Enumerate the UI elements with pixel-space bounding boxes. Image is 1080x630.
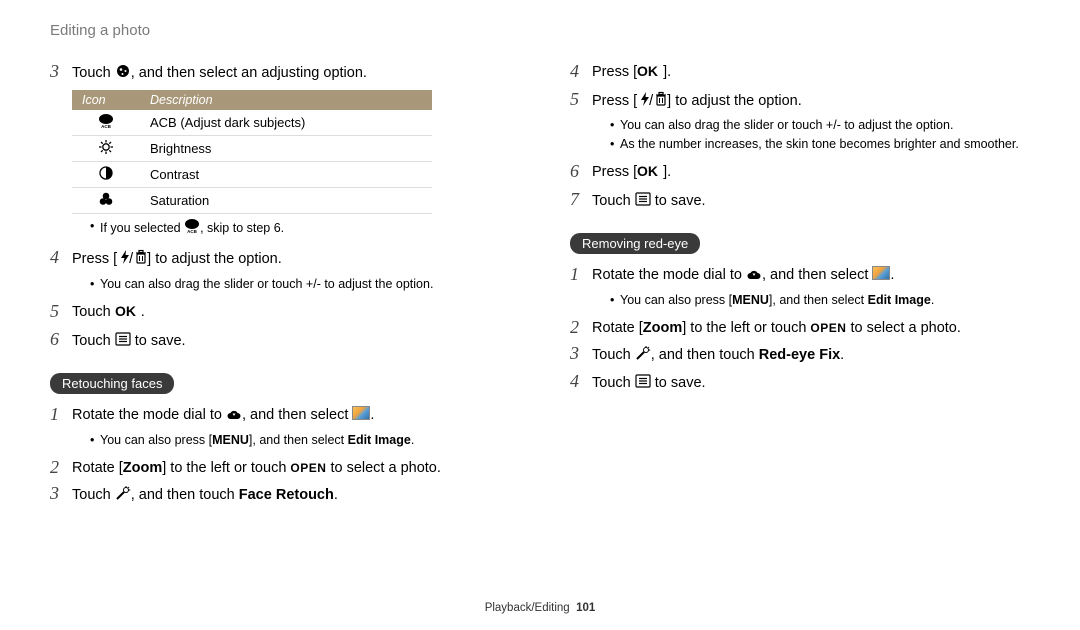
step-number: 7 xyxy=(570,189,592,211)
brightness-icon xyxy=(98,139,114,158)
wand-icon xyxy=(635,345,651,368)
note: You can also press [MENU], and then sele… xyxy=(90,432,510,450)
step-text: Rotate [Zoom] to the left or touch OPEN … xyxy=(72,457,441,479)
step-number: 3 xyxy=(570,343,592,365)
step-text: Press []. xyxy=(592,61,671,85)
adjust-options-table: Icon Description ACB (Adjust dark subjec… xyxy=(72,90,432,214)
step-text: Press [/] to adjust the option. xyxy=(72,247,282,272)
menu-icon xyxy=(115,331,131,354)
step-number: 4 xyxy=(570,371,592,393)
step-number: 4 xyxy=(50,247,72,269)
ok-icon xyxy=(115,304,141,325)
step-text: Touch , and then select an adjusting opt… xyxy=(72,61,367,86)
step-number: 4 xyxy=(570,61,592,83)
step-number: 5 xyxy=(50,301,72,323)
saturation-icon xyxy=(98,191,114,210)
flash-icon xyxy=(117,249,129,272)
page-title: Editing a photo xyxy=(50,22,1030,39)
step-text: Touch to save. xyxy=(592,371,706,396)
dust-icon xyxy=(115,63,131,86)
step-text: Rotate the mode dial to , and then selec… xyxy=(592,264,894,288)
ok-icon xyxy=(637,164,663,185)
step-number: 3 xyxy=(50,61,72,83)
step-text: Touch to save. xyxy=(592,189,706,214)
ok-icon xyxy=(637,64,663,85)
step-text: Press []. xyxy=(592,161,671,185)
photo-thumbnail-icon xyxy=(352,406,370,420)
table-header-icon: Icon xyxy=(72,90,140,110)
subheading-retouching-faces: Retouching faces xyxy=(50,373,174,394)
step-number: 1 xyxy=(50,404,72,426)
acb-icon xyxy=(184,218,200,240)
trash-icon xyxy=(133,249,147,272)
step-number: 5 xyxy=(570,89,592,111)
step-number: 2 xyxy=(50,457,72,479)
table-row: Contrast xyxy=(72,161,432,187)
step-text: Touch , and then touch Red-eye Fix. xyxy=(592,343,844,368)
flash-icon xyxy=(637,91,649,114)
note: As the number increases, the skin tone b… xyxy=(610,136,1030,154)
step-number: 1 xyxy=(570,264,592,286)
mode-dial-icon xyxy=(746,267,762,288)
table-row: Saturation xyxy=(72,187,432,213)
contrast-icon xyxy=(98,165,114,184)
step-text: Touch . xyxy=(72,301,145,325)
step-text: Rotate the mode dial to , and then selec… xyxy=(72,404,374,428)
photo-thumbnail-icon xyxy=(872,266,890,280)
trash-icon xyxy=(653,91,667,114)
step-number: 6 xyxy=(50,329,72,351)
right-column: 4 Press []. 5 Press [/] to adjust the op… xyxy=(570,61,1030,511)
step-text: Touch , and then touch Face Retouch. xyxy=(72,483,338,508)
step-text: Press [/] to adjust the option. xyxy=(592,89,802,114)
subheading-removing-red-eye: Removing red-eye xyxy=(570,233,700,254)
note: You can also press [MENU], and then sele… xyxy=(610,292,1030,310)
menu-icon xyxy=(635,191,651,214)
step-text: Rotate [Zoom] to the left or touch OPEN … xyxy=(592,317,961,339)
table-row: Brightness xyxy=(72,135,432,161)
step-text: Touch to save. xyxy=(72,329,186,354)
note: You can also drag the slider or touch +/… xyxy=(90,276,510,294)
table-row: ACB (Adjust dark subjects) xyxy=(72,110,432,136)
wand-icon xyxy=(115,485,131,508)
table-header-desc: Description xyxy=(140,90,432,110)
acb-icon xyxy=(98,113,114,132)
note: You can also drag the slider or touch +/… xyxy=(610,117,1030,135)
mode-dial-icon xyxy=(226,407,242,428)
step-number: 6 xyxy=(570,161,592,183)
step-number: 2 xyxy=(570,317,592,339)
step-number: 3 xyxy=(50,483,72,505)
left-column: 3 Touch , and then select an adjusting o… xyxy=(50,61,510,511)
menu-icon xyxy=(635,373,651,396)
footer: Playback/Editing 101 xyxy=(0,602,1080,614)
note: If you selected , skip to step 6. xyxy=(90,218,510,240)
